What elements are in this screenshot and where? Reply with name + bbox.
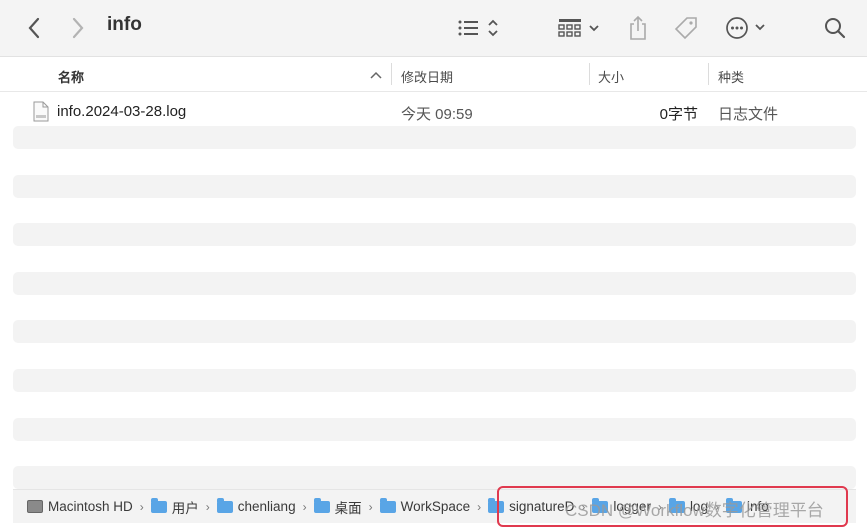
chevron-right-icon: › (205, 499, 210, 514)
search-icon (825, 18, 846, 39)
toolbar: info (0, 0, 867, 57)
chevron-left-icon (28, 17, 40, 39)
back-button[interactable] (22, 10, 46, 46)
file-row[interactable]: info.2024-03-28.log 今天 09:59 0字节 日志文件 (13, 99, 856, 125)
watermark: CSDN @Workflow数字化管理平台 (565, 501, 824, 520)
list-view-icon (458, 19, 498, 37)
column-name[interactable]: 名称 (58, 67, 84, 86)
path-label: 桌面 (334, 500, 362, 516)
empty-row (13, 418, 856, 441)
empty-row (13, 175, 856, 198)
column-divider[interactable] (589, 63, 590, 85)
empty-row (13, 223, 856, 246)
empty-row (13, 369, 856, 392)
ellipsis-circle-icon (726, 17, 765, 39)
share-button[interactable] (625, 10, 651, 46)
chevron-right-icon: › (139, 499, 144, 514)
chevron-right-icon: › (368, 499, 373, 514)
path-label: chenliang (237, 499, 296, 514)
window-title: info (107, 14, 142, 35)
path-item-chenliang[interactable]: chenliang (216, 497, 296, 514)
folder-icon (313, 497, 330, 513)
chevron-right-icon: › (302, 499, 307, 514)
sort-ascending-icon[interactable] (370, 71, 382, 79)
view-options-button[interactable] (455, 10, 503, 46)
path-label: Macintosh HD (48, 499, 133, 514)
column-header: 名称 修改日期 大小 种类 (0, 57, 867, 92)
column-modified[interactable]: 修改日期 (401, 67, 453, 86)
column-kind[interactable]: 种类 (718, 67, 744, 86)
folder-icon (379, 497, 396, 513)
file-kind: 日志文件 (718, 106, 779, 123)
tag-button[interactable] (672, 10, 700, 46)
file-name: info.2024-03-28.log (57, 103, 187, 120)
share-icon (630, 15, 646, 40)
column-size[interactable]: 大小 (598, 67, 624, 86)
path-item-desktop[interactable]: 桌面 (313, 497, 362, 517)
chevron-right-icon (72, 17, 84, 39)
empty-row (13, 272, 856, 295)
file-size: 0字节 (659, 106, 698, 123)
log-file-icon (33, 101, 49, 122)
group-button[interactable] (557, 10, 603, 46)
path-item-macintosh-hd[interactable]: Macintosh HD (27, 499, 133, 514)
column-divider[interactable] (391, 63, 392, 85)
search-button[interactable] (822, 10, 848, 46)
column-divider[interactable] (708, 63, 709, 85)
file-modified: 今天 09:59 (401, 106, 473, 123)
home-folder-icon (216, 497, 233, 513)
empty-row (13, 126, 856, 149)
grid-group-icon (558, 19, 599, 37)
chevron-right-icon: › (477, 499, 482, 514)
empty-row (13, 320, 856, 343)
path-label: 用户 (171, 500, 199, 516)
more-actions-button[interactable] (725, 10, 771, 46)
hard-drive-icon (27, 500, 43, 513)
path-item-users[interactable]: 用户 (150, 497, 199, 517)
folder-icon (150, 497, 167, 513)
path-label: WorkSpace (400, 499, 471, 514)
tag-icon (674, 17, 697, 40)
forward-button[interactable] (66, 10, 90, 46)
path-item-workspace[interactable]: WorkSpace (379, 497, 471, 514)
